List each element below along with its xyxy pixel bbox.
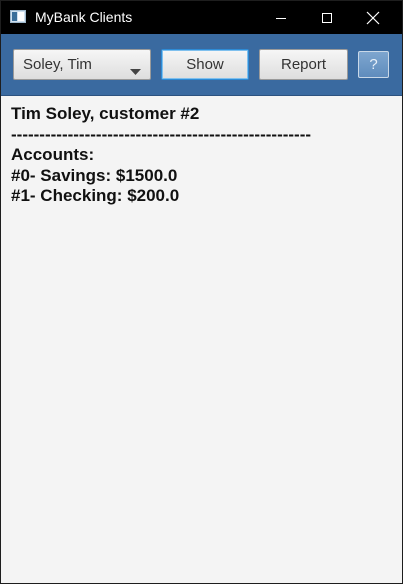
minimize-icon	[276, 17, 286, 19]
app-window-icon	[10, 10, 26, 23]
title-bar[interactable]: MyBank Clients	[1, 1, 402, 34]
client-details-output: Tim Soley, customer #2 -----------------…	[11, 104, 396, 207]
client-select-dropdown[interactable]: Soley, Tim	[13, 49, 151, 80]
help-button[interactable]: ?	[358, 51, 389, 78]
toolbar: Soley, Tim Show Report ?	[1, 34, 402, 96]
report-button[interactable]: Report	[259, 49, 348, 80]
maximize-icon	[322, 12, 332, 23]
show-button[interactable]: Show	[161, 49, 249, 80]
minimize-button[interactable]	[258, 1, 304, 34]
maximize-button[interactable]	[304, 1, 350, 34]
account-line: #0- Savings: $1500.0	[11, 165, 178, 185]
client-select-value: Soley, Tim	[23, 56, 92, 73]
app-window: MyBank Clients Soley, Tim Show Report ? …	[0, 0, 403, 584]
close-icon	[366, 11, 380, 24]
accounts-heading: Accounts:	[11, 145, 95, 164]
separator-line: ----------------------------------------…	[11, 124, 312, 144]
customer-heading: Tim Soley, customer #2	[11, 104, 200, 123]
close-button[interactable]	[350, 1, 396, 34]
chevron-down-icon	[130, 62, 141, 80]
window-title: MyBank Clients	[35, 9, 133, 25]
account-line: #1- Checking: $200.0	[11, 186, 180, 205]
